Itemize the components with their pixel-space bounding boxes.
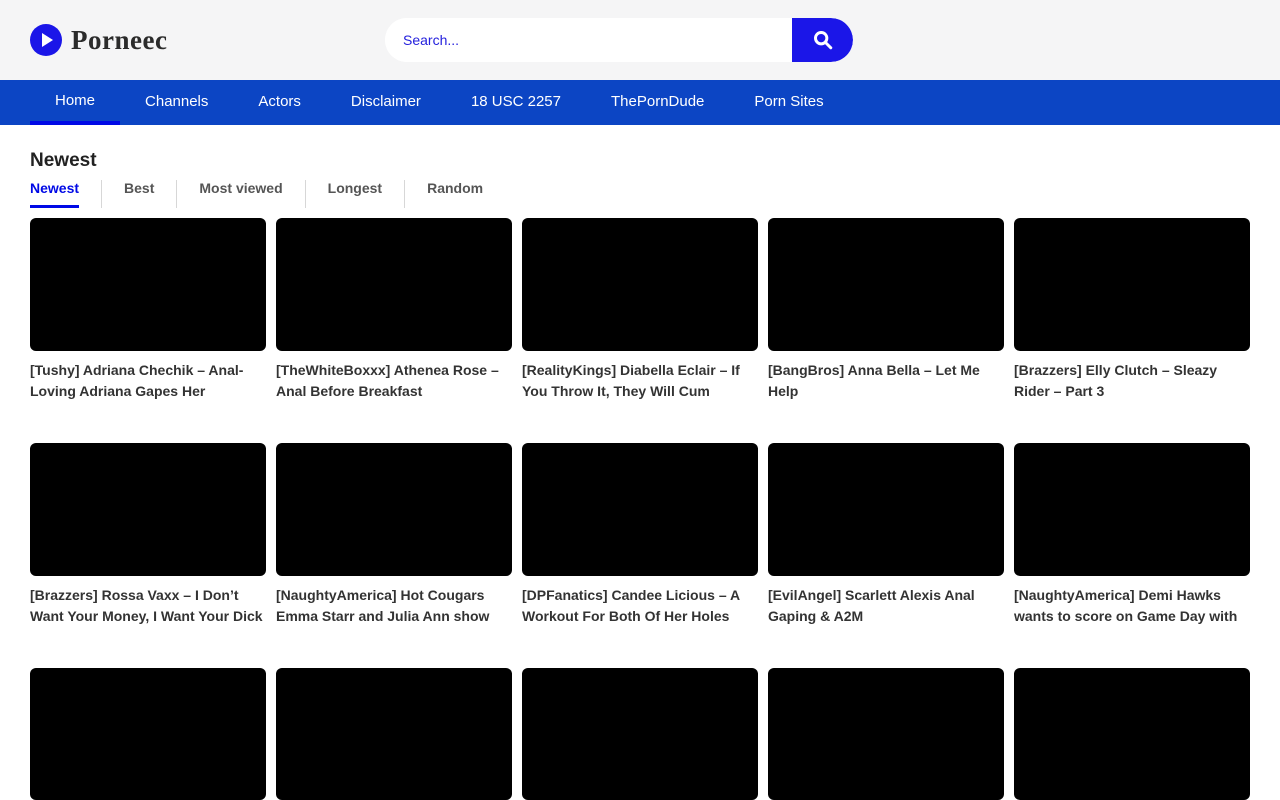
video-thumbnail[interactable]: [522, 218, 758, 351]
video-thumbnail[interactable]: [768, 668, 1004, 800]
nav-item-channels[interactable]: Channels: [120, 80, 233, 125]
video-card[interactable]: [Brazzers] Rossa Vaxx – I Don’t Want You…: [30, 443, 266, 627]
tab-best-label: Best: [124, 180, 154, 208]
video-title[interactable]: [RealityKings] Diabella Eclair – If You …: [522, 360, 758, 402]
page-title: Newest: [30, 149, 1250, 173]
tab-newest-label: Newest: [30, 180, 79, 208]
nav-item-theporndude[interactable]: ThePornDude: [586, 80, 729, 125]
video-thumbnail[interactable]: [276, 218, 512, 351]
video-card[interactable]: [Brazzers] Elly Clutch – Sleazy Rider – …: [1014, 218, 1250, 402]
search-button[interactable]: [792, 18, 853, 62]
tab-most-viewed[interactable]: Most viewed: [177, 180, 305, 208]
brand-name: Porneec: [71, 25, 167, 56]
nav-item-home[interactable]: Home: [30, 80, 120, 125]
video-title[interactable]: [TheWhiteBoxxx] Athenea Rose – Anal Befo…: [276, 360, 512, 402]
video-title[interactable]: [Brazzers] Rossa Vaxx – I Don’t Want You…: [30, 585, 266, 627]
video-card[interactable]: [Tushy] Adriana Chechik – Anal-Loving Ad…: [30, 218, 266, 402]
video-title[interactable]: [Brazzers] Elly Clutch – Sleazy Rider – …: [1014, 360, 1250, 402]
video-thumbnail[interactable]: [276, 443, 512, 576]
tab-random[interactable]: Random: [405, 180, 505, 208]
video-grid: [Tushy] Adriana Chechik – Anal-Loving Ad…: [30, 218, 1250, 800]
video-thumbnail[interactable]: [522, 443, 758, 576]
video-title[interactable]: [DPFanatics] Candee Licious – A Workout …: [522, 585, 758, 627]
search-icon: [812, 29, 834, 51]
nav-item-actors[interactable]: Actors: [233, 80, 326, 125]
video-card[interactable]: [EvilAngel] Scarlett Alexis Anal Gaping …: [768, 443, 1004, 627]
search-bar: [385, 18, 853, 62]
nav-item-18-usc-2257[interactable]: 18 USC 2257: [446, 80, 586, 125]
video-thumbnail[interactable]: [1014, 443, 1250, 576]
video-card[interactable]: [TheWhiteBoxxx] Athenea Rose – Anal Befo…: [276, 218, 512, 402]
video-thumbnail[interactable]: [1014, 218, 1250, 351]
main-nav: Home Channels Actors Disclaimer 18 USC 2…: [0, 80, 1280, 125]
video-card[interactable]: [NaughtyAmerica] Hot Cougars Emma Starr …: [276, 443, 512, 627]
search-input[interactable]: [385, 18, 792, 62]
video-card[interactable]: [BangBros] Anna Bella – Let Me Help: [768, 218, 1004, 402]
video-thumbnail[interactable]: [768, 443, 1004, 576]
video-card[interactable]: [DPFanatics] Candee Licious – A Workout …: [522, 443, 758, 627]
tab-newest[interactable]: Newest: [30, 180, 102, 208]
tab-best[interactable]: Best: [102, 180, 177, 208]
tab-most-viewed-label: Most viewed: [199, 180, 282, 208]
video-card[interactable]: [NaughtyAmerica] Demi Hawks wants to sco…: [1014, 443, 1250, 627]
video-card[interactable]: [30, 668, 266, 800]
video-title[interactable]: [BangBros] Anna Bella – Let Me Help: [768, 360, 1004, 402]
tab-random-label: Random: [427, 180, 483, 208]
sort-tabs: Newest Best Most viewed Longest Random: [30, 180, 1250, 208]
tab-longest[interactable]: Longest: [306, 180, 405, 208]
brand-logo[interactable]: Porneec: [30, 0, 167, 80]
video-thumbnail[interactable]: [30, 218, 266, 351]
video-card[interactable]: [RealityKings] Diabella Eclair – If You …: [522, 218, 758, 402]
video-thumbnail[interactable]: [30, 443, 266, 576]
video-thumbnail[interactable]: [1014, 668, 1250, 800]
video-title[interactable]: [EvilAngel] Scarlett Alexis Anal Gaping …: [768, 585, 1004, 627]
tab-longest-label: Longest: [328, 180, 382, 208]
site-header: Porneec: [0, 0, 1280, 80]
video-thumbnail[interactable]: [30, 668, 266, 800]
video-thumbnail[interactable]: [276, 668, 512, 800]
play-icon: [30, 24, 62, 56]
nav-item-porn-sites[interactable]: Porn Sites: [729, 80, 848, 125]
nav-item-disclaimer[interactable]: Disclaimer: [326, 80, 446, 125]
video-title[interactable]: [NaughtyAmerica] Demi Hawks wants to sco…: [1014, 585, 1250, 627]
video-thumbnail[interactable]: [522, 668, 758, 800]
video-card[interactable]: [768, 668, 1004, 800]
main-content: Newest Newest Best Most viewed Longest R…: [0, 149, 1280, 800]
video-thumbnail[interactable]: [768, 218, 1004, 351]
video-card[interactable]: [522, 668, 758, 800]
video-title[interactable]: [Tushy] Adriana Chechik – Anal-Loving Ad…: [30, 360, 266, 402]
video-card[interactable]: [1014, 668, 1250, 800]
video-title[interactable]: [NaughtyAmerica] Hot Cougars Emma Starr …: [276, 585, 512, 627]
video-card[interactable]: [276, 668, 512, 800]
